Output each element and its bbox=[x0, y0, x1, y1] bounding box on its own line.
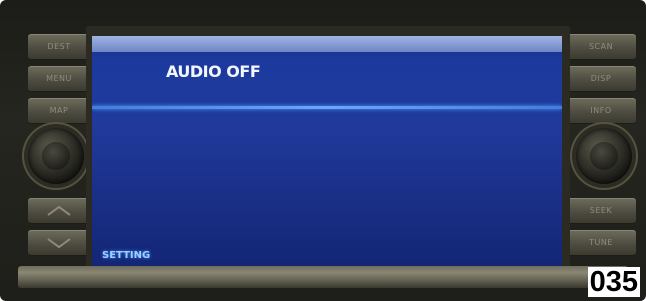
display-screen: AUDIO OFF SETTING bbox=[92, 36, 562, 266]
menu-button[interactable]: MENU bbox=[28, 66, 90, 92]
chevron-down-icon bbox=[47, 238, 71, 249]
tune-button[interactable]: TUNE bbox=[566, 230, 636, 256]
seek-button-label: SEEK bbox=[589, 206, 613, 215]
info-button[interactable]: INFO bbox=[566, 98, 636, 124]
page-up-button[interactable] bbox=[28, 198, 90, 224]
disp-button[interactable]: DISP bbox=[566, 66, 636, 92]
disp-button-label: DISP bbox=[590, 74, 612, 83]
tune-button-label: TUNE bbox=[589, 238, 613, 247]
page-down-button[interactable] bbox=[28, 230, 90, 256]
navigation-head-unit: DEST MENU MAP SCAN DISP INFO SEEK TUNE A… bbox=[0, 0, 646, 301]
screen-title: AUDIO OFF bbox=[166, 62, 261, 81]
info-button-label: INFO bbox=[590, 106, 612, 115]
seek-button[interactable]: SEEK bbox=[566, 198, 636, 224]
tune-knob[interactable] bbox=[576, 128, 632, 184]
chevron-up-icon bbox=[47, 205, 71, 216]
scan-button[interactable]: SCAN bbox=[566, 34, 636, 60]
map-button-label: MAP bbox=[49, 106, 69, 115]
figure-number: 035 bbox=[587, 266, 640, 298]
dest-button[interactable]: DEST bbox=[28, 34, 90, 60]
menu-button-label: MENU bbox=[46, 74, 72, 83]
volume-knob[interactable] bbox=[28, 128, 84, 184]
scan-button-label: SCAN bbox=[588, 42, 614, 51]
bottom-trim bbox=[18, 266, 628, 288]
setting-button[interactable]: SETTING bbox=[102, 250, 150, 261]
dest-button-label: DEST bbox=[47, 42, 71, 51]
map-button[interactable]: MAP bbox=[28, 98, 90, 124]
screen-divider bbox=[92, 106, 562, 109]
screen-top-bar bbox=[92, 36, 562, 52]
